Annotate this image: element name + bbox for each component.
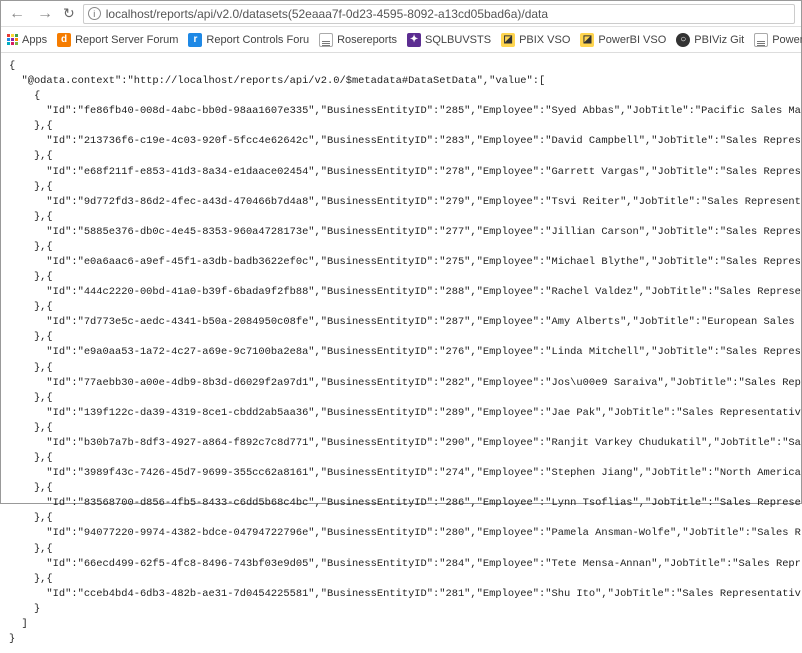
address-bar[interactable]: i localhost/reports/api/v2.0/datasets(52… xyxy=(83,4,795,24)
forward-button[interactable]: → xyxy=(35,5,55,23)
bookmark-label: PowerBI Wiki xyxy=(772,34,802,46)
bookmark-label: Report Server Forum xyxy=(75,34,178,46)
bookmark-pbix-vso[interactable]: ◪ PBIX VSO xyxy=(501,33,570,47)
pbi-icon: ◪ xyxy=(501,33,515,47)
document-icon xyxy=(319,33,333,47)
bookmarks-bar: Apps d Report Server Forum r Report Cont… xyxy=(1,27,801,53)
bookmark-label: PBIViz Git xyxy=(694,34,744,46)
bookmark-pbiviz-git[interactable]: ○ PBIViz Git xyxy=(676,33,744,47)
url-text: localhost/reports/api/v2.0/datasets(52ea… xyxy=(106,7,548,21)
browser-toolbar: ← → ↻ i localhost/reports/api/v2.0/datas… xyxy=(1,1,801,27)
chart-icon: r xyxy=(188,33,202,47)
bookmark-rosereports[interactable]: Rosereports xyxy=(319,33,397,47)
bookmark-label: SQLBUVSTS xyxy=(425,34,491,46)
bookmark-label: Report Controls Foru xyxy=(206,34,309,46)
bookmark-powerbi-wiki[interactable]: PowerBI Wiki xyxy=(754,33,802,47)
reload-button[interactable]: ↻ xyxy=(63,5,75,22)
bookmark-report-controls-forum[interactable]: r Report Controls Foru xyxy=(188,33,309,47)
json-response-body: { "@odata.context":"http://localhost/rep… xyxy=(1,53,801,653)
github-icon: ○ xyxy=(676,33,690,47)
bookmark-powerbi-vso[interactable]: ◪ PowerBI VSO xyxy=(580,33,666,47)
bookmark-report-server-forum[interactable]: d Report Server Forum xyxy=(57,33,178,47)
vs-icon: ✦ xyxy=(407,33,421,47)
apps-button[interactable]: Apps xyxy=(7,34,47,46)
bookmark-label: PowerBI VSO xyxy=(598,34,666,46)
site-info-icon[interactable]: i xyxy=(88,7,101,20)
apps-icon xyxy=(7,34,18,45)
bookmark-label: Rosereports xyxy=(337,34,397,46)
bookmark-sqlbuvsts[interactable]: ✦ SQLBUVSTS xyxy=(407,33,491,47)
apps-label: Apps xyxy=(22,34,47,46)
bookmark-label: PBIX VSO xyxy=(519,34,570,46)
chart-icon: d xyxy=(57,33,71,47)
pbi-icon: ◪ xyxy=(580,33,594,47)
back-button[interactable]: ← xyxy=(7,5,27,23)
document-icon xyxy=(754,33,768,47)
